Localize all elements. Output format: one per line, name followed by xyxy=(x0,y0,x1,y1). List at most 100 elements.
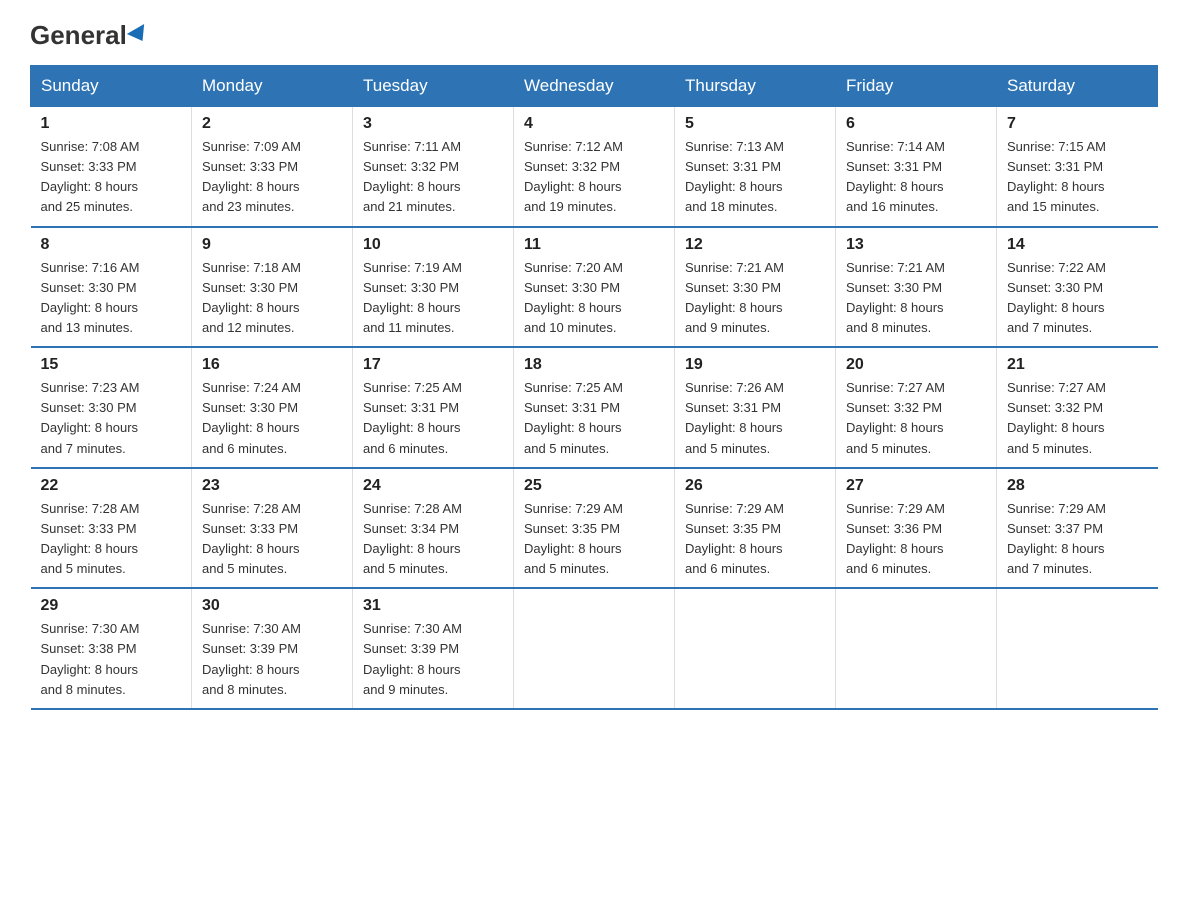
calendar-cell: 8Sunrise: 7:16 AMSunset: 3:30 PMDaylight… xyxy=(31,227,192,348)
day-info: Sunrise: 7:21 AMSunset: 3:30 PMDaylight:… xyxy=(846,258,986,339)
day-number: 21 xyxy=(1007,356,1148,374)
day-info: Sunrise: 7:29 AMSunset: 3:37 PMDaylight:… xyxy=(1007,499,1148,580)
calendar-cell: 30 Sunrise: 7:30 AMSunset: 3:39 PMDayligh… xyxy=(192,588,353,709)
day-info: Sunrise: 7:27 AMSunset: 3:32 PMDaylight:… xyxy=(1007,378,1148,459)
calendar-cell: 21 Sunrise: 7:27 AMSunset: 3:32 PMDayligh… xyxy=(997,347,1158,468)
day-number: 3 xyxy=(363,115,503,133)
calendar-cell xyxy=(675,588,836,709)
day-info: Sunrise: 7:28 AMSunset: 3:33 PMDaylight:… xyxy=(41,499,182,580)
day-info: Sunrise: 7:28 AMSunset: 3:33 PMDaylight:… xyxy=(202,499,342,580)
logo: General xyxy=(30,20,149,47)
logo-triangle-icon xyxy=(127,24,151,46)
calendar-cell: 11 Sunrise: 7:20 AMSunset: 3:30 PMDayligh… xyxy=(514,227,675,348)
page-header: General xyxy=(30,20,1158,47)
day-number: 27 xyxy=(846,477,986,495)
day-info: Sunrise: 7:25 AMSunset: 3:31 PMDaylight:… xyxy=(524,378,664,459)
col-header-tuesday: Tuesday xyxy=(353,66,514,107)
calendar-week-row: 1 Sunrise: 7:08 AMSunset: 3:33 PMDaylight… xyxy=(31,107,1158,227)
calendar-cell xyxy=(836,588,997,709)
calendar-cell: 31 Sunrise: 7:30 AMSunset: 3:39 PMDayligh… xyxy=(353,588,514,709)
calendar-cell: 16 Sunrise: 7:24 AMSunset: 3:30 PMDayligh… xyxy=(192,347,353,468)
calendar-header-row: SundayMondayTuesdayWednesdayThursdayFrid… xyxy=(31,66,1158,107)
day-info: Sunrise: 7:21 AMSunset: 3:30 PMDaylight:… xyxy=(685,258,825,339)
day-number: 28 xyxy=(1007,477,1148,495)
day-info: Sunrise: 7:18 AMSunset: 3:30 PMDaylight:… xyxy=(202,258,342,339)
day-number: 25 xyxy=(524,477,664,495)
calendar-cell: 4 Sunrise: 7:12 AMSunset: 3:32 PMDaylight… xyxy=(514,107,675,227)
calendar-week-row: 29 Sunrise: 7:30 AMSunset: 3:38 PMDayligh… xyxy=(31,588,1158,709)
day-number: 10 xyxy=(363,236,503,254)
day-info: Sunrise: 7:29 AMSunset: 3:35 PMDaylight:… xyxy=(685,499,825,580)
day-info: Sunrise: 7:23 AMSunset: 3:30 PMDaylight:… xyxy=(41,378,182,459)
calendar-cell: 27Sunrise: 7:29 AMSunset: 3:36 PMDayligh… xyxy=(836,468,997,589)
day-number: 16 xyxy=(202,356,342,374)
calendar-week-row: 15 Sunrise: 7:23 AMSunset: 3:30 PMDayligh… xyxy=(31,347,1158,468)
calendar-cell: 23Sunrise: 7:28 AMSunset: 3:33 PMDayligh… xyxy=(192,468,353,589)
calendar-cell: 18 Sunrise: 7:25 AMSunset: 3:31 PMDayligh… xyxy=(514,347,675,468)
calendar-cell: 15 Sunrise: 7:23 AMSunset: 3:30 PMDayligh… xyxy=(31,347,192,468)
col-header-saturday: Saturday xyxy=(997,66,1158,107)
day-number: 6 xyxy=(846,115,986,133)
calendar-table: SundayMondayTuesdayWednesdayThursdayFrid… xyxy=(30,65,1158,710)
day-number: 29 xyxy=(41,597,182,615)
day-number: 11 xyxy=(524,236,664,254)
day-info: Sunrise: 7:09 AMSunset: 3:33 PMDaylight:… xyxy=(202,137,342,218)
calendar-cell: 19 Sunrise: 7:26 AMSunset: 3:31 PMDayligh… xyxy=(675,347,836,468)
day-number: 24 xyxy=(363,477,503,495)
day-info: Sunrise: 7:19 AMSunset: 3:30 PMDaylight:… xyxy=(363,258,503,339)
day-number: 19 xyxy=(685,356,825,374)
calendar-cell: 28 Sunrise: 7:29 AMSunset: 3:37 PMDayligh… xyxy=(997,468,1158,589)
day-number: 13 xyxy=(846,236,986,254)
col-header-wednesday: Wednesday xyxy=(514,66,675,107)
day-number: 26 xyxy=(685,477,825,495)
day-number: 30 xyxy=(202,597,342,615)
day-info: Sunrise: 7:12 AMSunset: 3:32 PMDaylight:… xyxy=(524,137,664,218)
day-number: 9 xyxy=(202,236,342,254)
day-info: Sunrise: 7:15 AMSunset: 3:31 PMDaylight:… xyxy=(1007,137,1148,218)
day-info: Sunrise: 7:30 AMSunset: 3:39 PMDaylight:… xyxy=(202,619,342,700)
day-info: Sunrise: 7:30 AMSunset: 3:39 PMDaylight:… xyxy=(363,619,503,700)
day-number: 1 xyxy=(41,115,182,133)
day-number: 4 xyxy=(524,115,664,133)
calendar-cell: 9 Sunrise: 7:18 AMSunset: 3:30 PMDaylight… xyxy=(192,227,353,348)
calendar-cell xyxy=(997,588,1158,709)
calendar-cell: 12 Sunrise: 7:21 AMSunset: 3:30 PMDayligh… xyxy=(675,227,836,348)
col-header-thursday: Thursday xyxy=(675,66,836,107)
calendar-week-row: 8Sunrise: 7:16 AMSunset: 3:30 PMDaylight… xyxy=(31,227,1158,348)
day-info: Sunrise: 7:08 AMSunset: 3:33 PMDaylight:… xyxy=(41,137,182,218)
day-number: 20 xyxy=(846,356,986,374)
day-number: 22 xyxy=(41,477,182,495)
day-info: Sunrise: 7:25 AMSunset: 3:31 PMDaylight:… xyxy=(363,378,503,459)
calendar-cell: 29 Sunrise: 7:30 AMSunset: 3:38 PMDayligh… xyxy=(31,588,192,709)
day-info: Sunrise: 7:30 AMSunset: 3:38 PMDaylight:… xyxy=(41,619,182,700)
calendar-cell: 20 Sunrise: 7:27 AMSunset: 3:32 PMDayligh… xyxy=(836,347,997,468)
col-header-sunday: Sunday xyxy=(31,66,192,107)
day-info: Sunrise: 7:22 AMSunset: 3:30 PMDaylight:… xyxy=(1007,258,1148,339)
day-number: 15 xyxy=(41,356,182,374)
day-number: 12 xyxy=(685,236,825,254)
calendar-cell: 1 Sunrise: 7:08 AMSunset: 3:33 PMDaylight… xyxy=(31,107,192,227)
day-info: Sunrise: 7:26 AMSunset: 3:31 PMDaylight:… xyxy=(685,378,825,459)
day-number: 31 xyxy=(363,597,503,615)
day-number: 8 xyxy=(41,236,182,254)
day-info: Sunrise: 7:11 AMSunset: 3:32 PMDaylight:… xyxy=(363,137,503,218)
day-info: Sunrise: 7:20 AMSunset: 3:30 PMDaylight:… xyxy=(524,258,664,339)
day-number: 2 xyxy=(202,115,342,133)
day-number: 5 xyxy=(685,115,825,133)
day-info: Sunrise: 7:24 AMSunset: 3:30 PMDaylight:… xyxy=(202,378,342,459)
logo-general: General xyxy=(30,20,149,51)
calendar-cell: 5 Sunrise: 7:13 AMSunset: 3:31 PMDaylight… xyxy=(675,107,836,227)
calendar-cell: 26 Sunrise: 7:29 AMSunset: 3:35 PMDayligh… xyxy=(675,468,836,589)
calendar-cell: 14Sunrise: 7:22 AMSunset: 3:30 PMDayligh… xyxy=(997,227,1158,348)
day-number: 7 xyxy=(1007,115,1148,133)
day-info: Sunrise: 7:27 AMSunset: 3:32 PMDaylight:… xyxy=(846,378,986,459)
calendar-cell: 22 Sunrise: 7:28 AMSunset: 3:33 PMDayligh… xyxy=(31,468,192,589)
day-info: Sunrise: 7:13 AMSunset: 3:31 PMDaylight:… xyxy=(685,137,825,218)
day-info: Sunrise: 7:14 AMSunset: 3:31 PMDaylight:… xyxy=(846,137,986,218)
day-number: 17 xyxy=(363,356,503,374)
col-header-monday: Monday xyxy=(192,66,353,107)
day-info: Sunrise: 7:28 AMSunset: 3:34 PMDaylight:… xyxy=(363,499,503,580)
calendar-cell: 7 Sunrise: 7:15 AMSunset: 3:31 PMDaylight… xyxy=(997,107,1158,227)
day-number: 18 xyxy=(524,356,664,374)
calendar-cell: 3 Sunrise: 7:11 AMSunset: 3:32 PMDaylight… xyxy=(353,107,514,227)
